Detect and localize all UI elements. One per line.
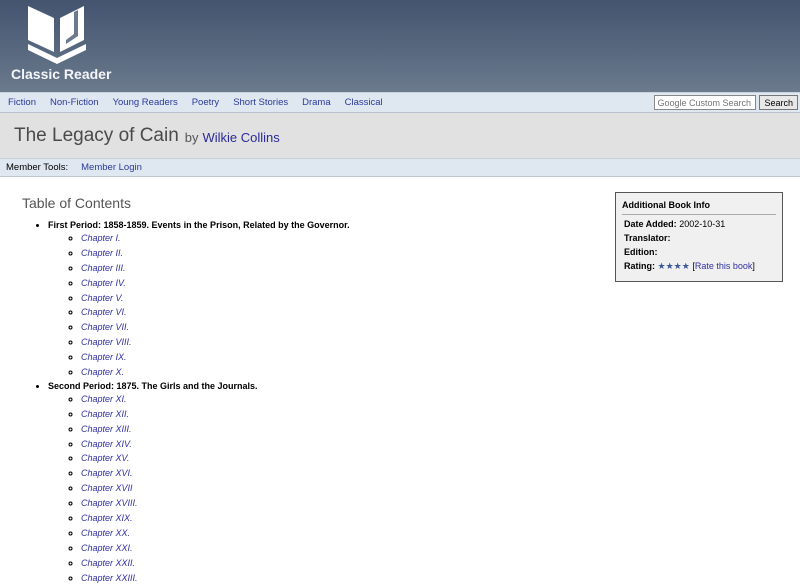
- chapter-link[interactable]: Chapter XXI.: [81, 543, 133, 553]
- search-button[interactable]: Search: [759, 95, 798, 110]
- chapter-link[interactable]: Chapter VIII.: [81, 337, 132, 347]
- date-added-value: 2002-10-31: [679, 219, 726, 229]
- chapter-link[interactable]: Chapter X.: [81, 367, 124, 377]
- chapter-link[interactable]: Chapter V.: [81, 293, 123, 303]
- rating-label: Rating:: [624, 261, 655, 271]
- category-nav: Fiction Non-Fiction Young Readers Poetry…: [0, 92, 800, 113]
- member-tools-bar: Member Tools: Member Login: [0, 159, 800, 177]
- period-label: Second Period: 1875. The Girls and the J…: [48, 380, 258, 391]
- chapter-item: Chapter X.: [81, 365, 800, 380]
- chapter-item: Chapter V.: [81, 291, 800, 306]
- by-label: by: [184, 130, 199, 145]
- chapter-item: Chapter XVIII.: [81, 496, 800, 511]
- search-form: Search: [654, 95, 798, 110]
- chapter-link[interactable]: Chapter VII.: [81, 322, 129, 332]
- chapter-link[interactable]: Chapter XX.: [81, 528, 130, 538]
- author-link[interactable]: Wilkie Collins: [203, 130, 280, 145]
- member-tools-label: Member Tools:: [6, 162, 69, 173]
- member-login-link[interactable]: Member Login: [81, 162, 142, 173]
- chapter-link[interactable]: Chapter XII.: [81, 409, 129, 419]
- chapter-item: Chapter XVI.: [81, 466, 800, 481]
- chapter-item: Chapter XVII: [81, 481, 800, 496]
- chapter-link[interactable]: Chapter VI.: [81, 307, 127, 317]
- chapter-link[interactable]: Chapter III.: [81, 263, 126, 273]
- chapter-link[interactable]: Chapter XXIII.: [81, 573, 138, 583]
- chapter-item: Chapter XXII.: [81, 556, 800, 571]
- nav-classical[interactable]: Classical: [345, 97, 383, 108]
- nav-drama[interactable]: Drama: [302, 97, 331, 108]
- chapter-item: Chapter XXI.: [81, 541, 800, 556]
- page-title: The Legacy of Cain: [14, 124, 179, 146]
- rating-stars-icon: ★★★★: [657, 261, 690, 271]
- chapter-item: Chapter XIII.: [81, 422, 800, 437]
- chapter-item: Chapter XIV.: [81, 437, 800, 452]
- edition-label: Edition:: [624, 247, 658, 257]
- chapter-link[interactable]: Chapter XV.: [81, 453, 129, 463]
- bracket: ]: [752, 261, 755, 271]
- nav-non-fiction[interactable]: Non-Fiction: [50, 97, 99, 108]
- period-label: First Period: 1858-1859. Events in the P…: [48, 220, 350, 230]
- chapter-item: Chapter IX.: [81, 350, 800, 365]
- chapter-item: Chapter VIII.: [81, 335, 800, 350]
- search-input[interactable]: [654, 95, 757, 110]
- nav-short-stories[interactable]: Short Stories: [233, 97, 288, 108]
- book-info-box: Additional Book Info Date Added: 2002-10…: [615, 192, 783, 282]
- toc-period: Second Period: 1875. The Girls and the J…: [48, 381, 800, 586]
- chapter-link[interactable]: Chapter XVI.: [81, 468, 133, 478]
- chapter-link[interactable]: Chapter XIV.: [81, 439, 132, 449]
- site-name[interactable]: Classic Reader: [11, 66, 111, 82]
- chapter-link[interactable]: Chapter XIX.: [81, 513, 133, 523]
- chapter-link[interactable]: Chapter IV.: [81, 278, 126, 288]
- rate-book-link[interactable]: Rate this book: [695, 261, 753, 271]
- site-header: Classic Reader: [0, 0, 800, 92]
- chapter-link[interactable]: Chapter IX.: [81, 352, 127, 362]
- chapter-link[interactable]: Chapter XIII.: [81, 424, 132, 434]
- nav-poetry[interactable]: Poetry: [192, 97, 219, 108]
- chapter-item: Chapter XXIII.: [81, 571, 800, 586]
- chapter-item: Chapter XI.: [81, 392, 800, 407]
- chapter-item: Chapter VI.: [81, 305, 800, 320]
- date-added-label: Date Added:: [624, 219, 677, 229]
- chapter-item: Chapter XX.: [81, 526, 800, 541]
- info-box-title: Additional Book Info: [622, 200, 776, 215]
- chapter-link[interactable]: Chapter XVII: [81, 483, 133, 493]
- chapter-link[interactable]: Chapter II.: [81, 248, 123, 258]
- nav-fiction[interactable]: Fiction: [8, 97, 36, 108]
- chapter-link[interactable]: Chapter XI.: [81, 394, 127, 404]
- chapter-item: Chapter XIX.: [81, 511, 800, 526]
- chapter-link[interactable]: Chapter XVIII.: [81, 498, 138, 508]
- book-title-bar: The Legacy of Cain by Wilkie Collins: [0, 113, 800, 159]
- chapter-item: Chapter VII.: [81, 320, 800, 335]
- chapter-item: Chapter XII.: [81, 407, 800, 422]
- nav-young-readers[interactable]: Young Readers: [113, 97, 178, 108]
- chapter-item: Chapter XV.: [81, 451, 800, 466]
- chapter-list: Chapter XI. Chapter XII. Chapter XIII. Chap…: [48, 392, 800, 586]
- chapter-link[interactable]: Chapter XXII.: [81, 558, 135, 568]
- book-logo-icon[interactable]: [26, 4, 88, 64]
- chapter-link[interactable]: Chapter I.: [81, 233, 121, 243]
- translator-label: Translator:: [624, 233, 671, 243]
